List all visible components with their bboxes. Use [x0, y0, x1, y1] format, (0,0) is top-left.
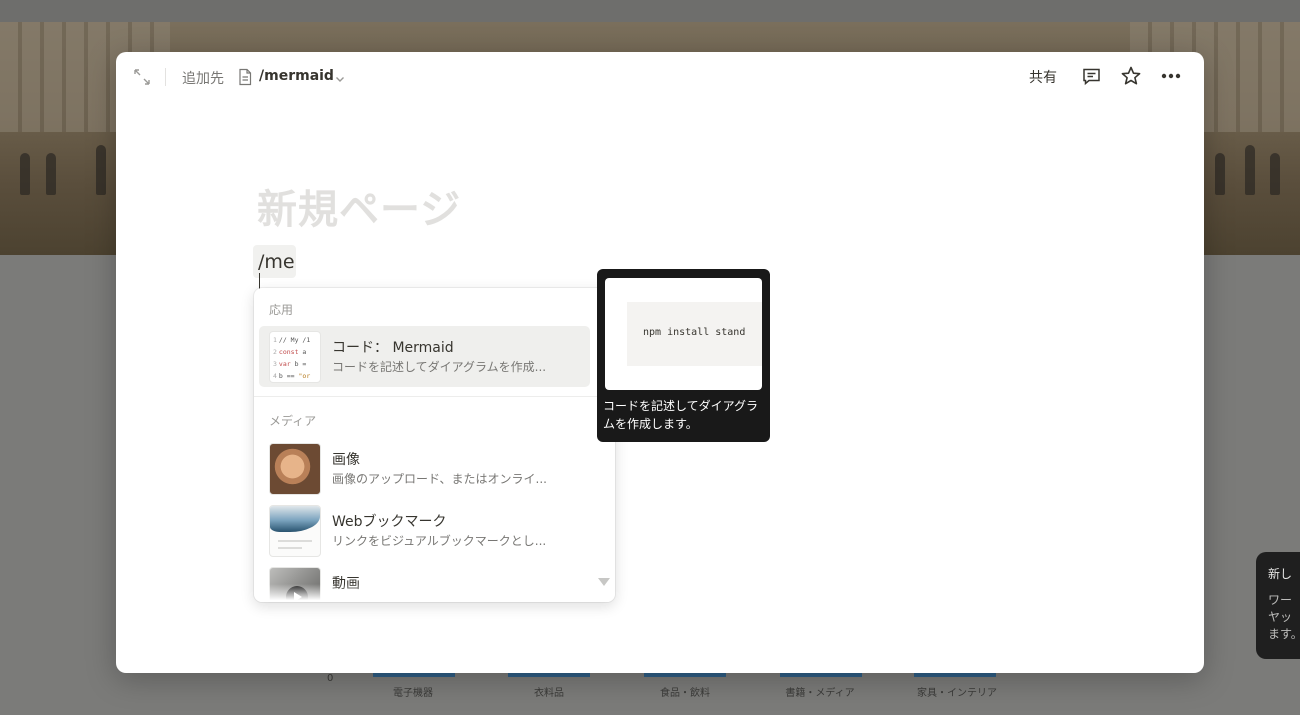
- modal-topbar: 追加先 /mermaid 共有: [116, 52, 1204, 100]
- chart-category-label: 食品・飲料: [660, 688, 710, 699]
- wave-illustration: [270, 506, 320, 532]
- code-keyword: var: [278, 360, 291, 368]
- placeholder-line: [278, 547, 302, 549]
- page-title-placeholder[interactable]: 新規ページ: [257, 177, 461, 235]
- bookmark-icon: [269, 505, 321, 557]
- cover-figure: [1245, 145, 1255, 195]
- notification-toast[interactable]: 新し ワー ヤッ ます。: [1256, 552, 1300, 659]
- toast-title: 新し: [1268, 567, 1293, 581]
- code-line-number: 4: [273, 372, 277, 380]
- topbar-divider: [165, 68, 166, 86]
- chart-category-label: 家具・インテリア: [917, 688, 997, 699]
- chart-bar: [508, 673, 590, 677]
- menu-item-code-mermaid[interactable]: 1// My /1 2 const a 3 var b = 4b == "or コー…: [259, 326, 590, 387]
- star-icon[interactable]: [1120, 65, 1142, 87]
- code-line: // My /1: [278, 336, 311, 344]
- menu-divider: [254, 396, 615, 397]
- menu-item-title: Webブックマーク: [332, 514, 447, 530]
- toast-body: ワー ヤッ ます。: [1268, 593, 1300, 641]
- target-page-selector[interactable]: /mermaid: [259, 68, 334, 84]
- page-peek-modal: 追加先 /mermaid 共有 新規ページ /me 応用 1 // My /1 …: [116, 52, 1204, 673]
- code-line: a: [298, 348, 307, 356]
- code-line: b ==: [278, 372, 299, 380]
- cover-figure: [1270, 153, 1280, 195]
- background-top-strip: [0, 0, 1300, 22]
- preview-card: npm install stand: [605, 278, 762, 390]
- code-line: b =: [290, 360, 307, 368]
- expand-icon[interactable]: [133, 68, 151, 86]
- page-icon: [237, 68, 253, 86]
- section-label-media: メディア: [269, 414, 317, 428]
- menu-item-description: 画像のアップロード、またはオンライ...: [332, 472, 547, 486]
- menu-item-web-bookmark[interactable]: Webブックマーク リンクをビジュアルブックマークとし...: [259, 500, 590, 561]
- scroll-down-icon[interactable]: [598, 578, 610, 586]
- menu-item-title: コード： Mermaid: [332, 340, 454, 356]
- section-label-apps: 応用: [269, 303, 294, 317]
- code-keyword: const: [278, 348, 299, 356]
- menu-scroll-fade: [254, 584, 615, 602]
- menu-item-description: コードを記述してダイアグラムを作成...: [332, 360, 547, 374]
- menu-item-title: 画像: [332, 452, 360, 468]
- cover-figure: [96, 145, 106, 195]
- menu-item-description: リンクをビジュアルブックマークとし...: [332, 534, 547, 548]
- chart-category-label: 衣料品: [534, 688, 564, 699]
- code-string: "or: [298, 372, 311, 380]
- chart-bar: [914, 673, 996, 677]
- comment-icon[interactable]: [1081, 66, 1102, 87]
- preview-code-block: npm install stand: [627, 302, 762, 366]
- item-preview-tooltip: npm install stand コードを記述してダイアグラムを作成します。: [597, 269, 770, 442]
- more-icon[interactable]: [1160, 66, 1182, 86]
- code-line-number: 3: [273, 360, 277, 368]
- placeholder-line: [278, 540, 312, 542]
- menu-item-image[interactable]: 画像 画像のアップロード、またはオンライ...: [259, 438, 590, 499]
- add-to-label: 追加先: [182, 71, 224, 87]
- chart-category-label: 電子機器: [393, 688, 433, 699]
- cover-figure: [46, 153, 56, 195]
- chevron-down-icon[interactable]: [334, 70, 346, 82]
- chart-category-label: 書籍・メディア: [785, 688, 855, 699]
- share-button[interactable]: 共有: [1029, 67, 1057, 87]
- code-line-number: 1: [273, 336, 277, 344]
- preview-description: コードを記述してダイアグラムを作成します。: [603, 399, 759, 431]
- slash-command-menu: 応用 1// My /1 2 const a 3 var b = 4b == "or…: [254, 288, 615, 602]
- code-line-number: 2: [273, 348, 277, 356]
- cover-figure: [1215, 153, 1225, 195]
- chart-axis-zero: 0: [327, 673, 334, 684]
- code-block-icon: 1// My /1 2 const a 3 var b = 4b == "or: [269, 331, 321, 383]
- cover-figure: [20, 153, 30, 195]
- image-icon: [269, 443, 321, 495]
- chart-bar: [373, 673, 455, 677]
- chart-bar: [780, 673, 862, 677]
- slash-command-input[interactable]: /me: [253, 245, 296, 293]
- chart-bar: [644, 673, 726, 677]
- typed-command: /me: [258, 251, 295, 273]
